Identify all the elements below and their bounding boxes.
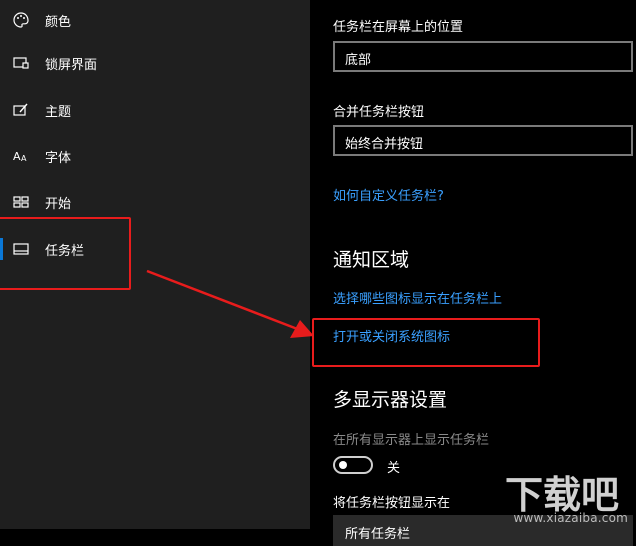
annotation-arrow [146, 269, 314, 338]
watermark-url: www.xiazaiba.com [513, 511, 628, 525]
